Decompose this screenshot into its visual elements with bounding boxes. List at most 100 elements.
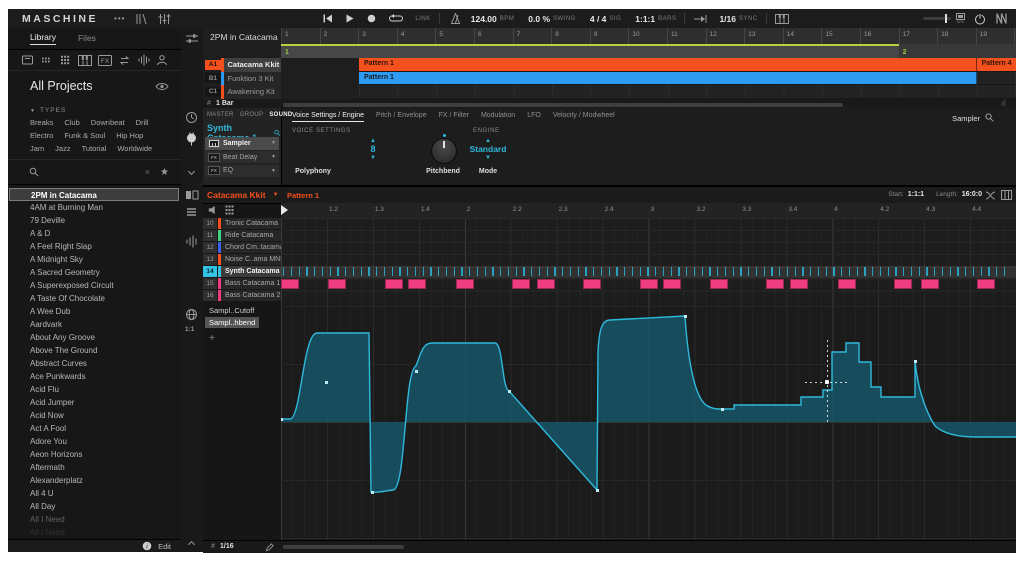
editor-grid-value[interactable]: 1/16 — [220, 543, 234, 550]
type-tag[interactable]: Club — [64, 118, 79, 127]
synth-note-tick[interactable] — [430, 267, 431, 276]
pianoroll-view-icon[interactable] — [185, 189, 199, 201]
track-header-A1[interactable]: A1Catacama Kkit — [203, 58, 281, 72]
channel-properties-icon[interactable] — [185, 111, 198, 124]
project-list-item[interactable]: All I Need — [9, 513, 179, 526]
project-list-item[interactable]: 2PM in Catacama — [9, 188, 179, 201]
synth-note-tick[interactable] — [477, 267, 478, 276]
synth-note-tick[interactable] — [423, 267, 424, 276]
synth-note-tick[interactable] — [686, 267, 687, 276]
playhead-icon[interactable] — [281, 205, 288, 215]
timeline-bar-18[interactable]: 18 — [937, 28, 976, 44]
browser-tab-library[interactable]: Library — [30, 32, 56, 45]
plugin-slot-beat-delay[interactable]: FXBeat Delay▼ — [205, 151, 279, 164]
type-tag[interactable]: Hip Hop — [116, 131, 143, 140]
project-list-item[interactable]: All 4 U — [9, 487, 179, 500]
event-list-icon[interactable] — [185, 206, 198, 218]
synth-note-tick[interactable] — [655, 267, 656, 276]
synth-note-tick[interactable] — [438, 267, 439, 276]
synth-note-tick[interactable] — [531, 267, 532, 276]
pattern-block[interactable]: Pattern 1 — [359, 58, 977, 71]
menu-dots-icon[interactable]: ••• — [114, 14, 125, 23]
synth-note-tick[interactable] — [469, 267, 470, 276]
project-list-item[interactable]: Aardvark — [9, 318, 179, 331]
synth-note-tick[interactable] — [671, 267, 672, 276]
synth-note-tick[interactable] — [795, 267, 796, 276]
edit-button[interactable]: Edit — [158, 542, 171, 551]
stepper-down-icon[interactable]: ▼ — [458, 155, 518, 161]
synth-note-tick[interactable] — [965, 267, 966, 276]
synth-note-tick[interactable] — [717, 267, 718, 276]
sync-display[interactable]: 1/16 SYNC — [719, 14, 757, 24]
project-list-item[interactable]: A Midnight Sky — [9, 253, 179, 266]
timeline-bar-4[interactable]: 4 — [397, 28, 436, 44]
synth-note-tick[interactable] — [647, 267, 648, 276]
bass-note[interactable] — [977, 279, 995, 289]
track-name[interactable]: Funktion 3 Kit — [224, 72, 282, 86]
link-toggle[interactable]: LINK — [415, 16, 430, 22]
synth-note-tick[interactable] — [950, 267, 951, 276]
page-tab[interactable]: Pitch / Envelope — [376, 112, 427, 122]
level-tab-sound[interactable]: SOUND — [269, 112, 292, 118]
info-icon[interactable]: i — [142, 541, 152, 551]
automation-handle[interactable] — [371, 491, 374, 494]
mixer-panel-icon[interactable] — [158, 13, 171, 25]
synth-note-tick[interactable] — [601, 267, 602, 276]
effects-icon[interactable]: FX — [98, 55, 112, 66]
clear-search-icon[interactable]: × — [145, 167, 150, 177]
project-list-item[interactable]: Aftermath — [9, 461, 179, 474]
type-tag[interactable]: Drill — [136, 118, 149, 127]
project-list-item[interactable]: Alexanderplatz — [9, 474, 179, 487]
sound-row-13[interactable]: 13Noise C..ama MNRK — [203, 254, 281, 266]
timeline-bar-17[interactable]: 17 — [899, 28, 938, 44]
synth-note-tick[interactable] — [872, 267, 873, 276]
synth-note-tick[interactable] — [392, 267, 393, 276]
sound-row-11[interactable]: 11Ride Catacama — [203, 230, 281, 242]
bass-note[interactable] — [456, 279, 474, 289]
synth-note-tick[interactable] — [857, 267, 858, 276]
synth-note-tick[interactable] — [376, 267, 377, 276]
bass-note[interactable] — [408, 279, 426, 289]
track-lane-C1[interactable] — [359, 85, 1016, 99]
timeline-bar-14[interactable]: 14 — [783, 28, 822, 44]
level-tab-master[interactable]: MASTER — [207, 112, 234, 118]
sound-name[interactable]: Noise C..ama MNRK — [221, 254, 281, 265]
types-header[interactable]: ▼TYPES — [30, 107, 66, 114]
synth-note-tick[interactable] — [957, 267, 958, 276]
track-header-B1[interactable]: B1Funktion 3 Kit — [203, 72, 281, 86]
restart-icon[interactable] — [323, 14, 333, 23]
timeline-bar-19[interactable]: 19 — [976, 28, 1015, 44]
synth-note-tick[interactable] — [570, 267, 571, 276]
synth-note-tick[interactable] — [516, 267, 517, 276]
project-list-item[interactable]: Aeon Horizons — [9, 448, 179, 461]
synth-note-tick[interactable] — [694, 267, 695, 276]
favorites-star-icon[interactable]: ★ — [160, 167, 169, 178]
timeline-bar-15[interactable]: 15 — [821, 28, 860, 44]
type-tag[interactable]: Downbeat — [91, 118, 125, 127]
project-list-item[interactable]: About Any Groove — [9, 331, 179, 344]
track-name[interactable]: Awakening Kit — [224, 85, 282, 99]
project-list-item[interactable]: A Sacred Geometry — [9, 266, 179, 279]
plugin-name-label[interactable]: Sampler — [952, 114, 980, 123]
type-tag[interactable]: Tutorial — [82, 144, 107, 153]
bars-display[interactable]: 1:1:1 BARS — [635, 14, 676, 24]
project-list-item[interactable]: Act A Fool — [9, 422, 179, 435]
pencil-draw-icon[interactable] — [265, 543, 274, 552]
synth-note-tick[interactable] — [368, 267, 369, 276]
synth-note-tick[interactable] — [384, 267, 385, 276]
bpm-display[interactable]: 124.00 BPM — [471, 14, 515, 24]
arranger-grid-value[interactable]: 1 Bar — [216, 100, 234, 107]
mode-selector[interactable]: ▲ Standard ▼ — [458, 138, 518, 161]
sound-row-10[interactable]: 10Tronic Catacama — [203, 218, 281, 230]
synth-note-tick[interactable] — [678, 267, 679, 276]
editor-scrollbar[interactable] — [283, 545, 404, 549]
bass-note[interactable] — [385, 279, 403, 289]
synth-note-tick[interactable] — [345, 267, 346, 276]
synth-note-tick[interactable] — [942, 267, 943, 276]
sound-name[interactable]: Tronic Catacama — [221, 218, 281, 229]
automation-lane[interactable] — [281, 302, 1016, 540]
automation-handle[interactable] — [684, 315, 687, 318]
automation-handle[interactable] — [508, 390, 511, 393]
record-icon[interactable] — [367, 14, 376, 23]
synth-note-tick[interactable] — [314, 267, 315, 276]
